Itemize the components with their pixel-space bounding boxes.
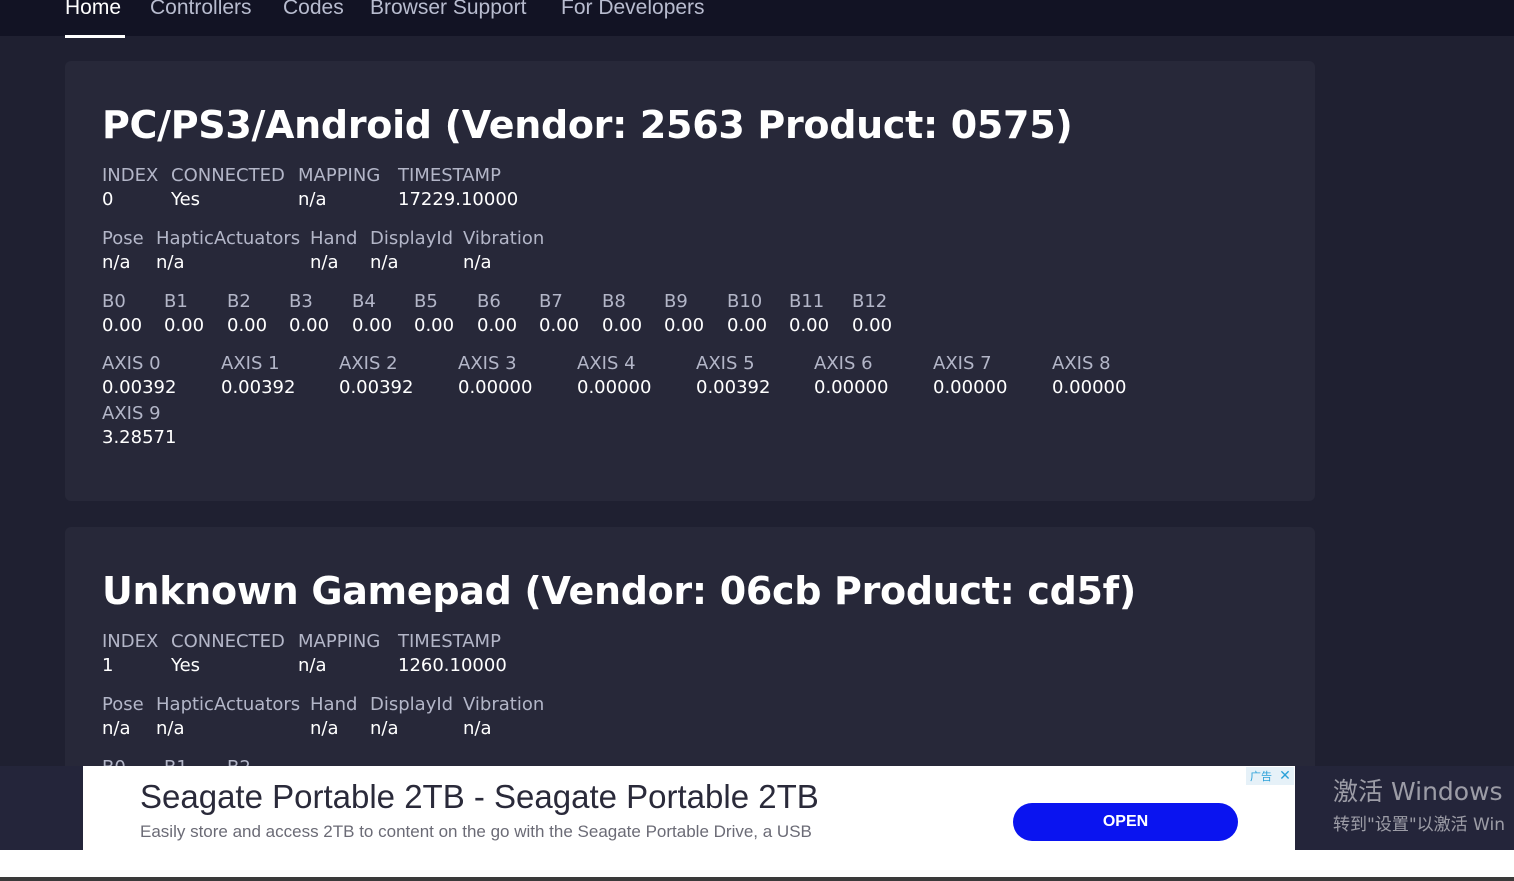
axis-6: AXIS 6 0.00000 bbox=[814, 353, 889, 398]
axis-2: AXIS 2 0.00392 bbox=[339, 353, 414, 398]
feature-display-id: DisplayId n/a bbox=[370, 694, 454, 739]
axis-3: AXIS 3 0.00000 bbox=[458, 353, 533, 398]
feature-hand: Hand n/a bbox=[310, 694, 358, 739]
ad-choices: 广告 ✕ bbox=[1246, 767, 1294, 785]
feature-vibration: Vibration n/a bbox=[463, 694, 545, 739]
axis-5: AXIS 5 0.00392 bbox=[696, 353, 771, 398]
button-b7: B7 0.00 bbox=[539, 291, 580, 336]
axis-4: AXIS 4 0.00000 bbox=[577, 353, 652, 398]
button-b6: B6 0.00 bbox=[477, 291, 518, 336]
nav-controllers[interactable]: Controllers bbox=[150, 0, 252, 20]
button-b12: B12 0.00 bbox=[852, 291, 893, 336]
info-index: INDEX 0 bbox=[102, 165, 159, 210]
ad-open-button[interactable]: OPEN bbox=[1013, 803, 1238, 841]
nav-home[interactable]: Home bbox=[65, 0, 121, 20]
controller-title: Unknown Gamepad (Vendor: 06cb Product: c… bbox=[102, 569, 1136, 613]
button-b0: B0 0.00 bbox=[102, 291, 143, 336]
close-icon[interactable]: ✕ bbox=[1276, 767, 1294, 785]
info-timestamp: TIMESTAMP 1260.10000 bbox=[398, 631, 507, 676]
axis-1: AXIS 1 0.00392 bbox=[221, 353, 296, 398]
info-timestamp: TIMESTAMP 17229.10000 bbox=[398, 165, 519, 210]
button-b11: B11 0.00 bbox=[789, 291, 830, 336]
top-navbar: Home Controllers Codes Browser Support F… bbox=[0, 0, 1514, 38]
feature-vibration: Vibration n/a bbox=[463, 228, 545, 273]
button-b3: B3 0.00 bbox=[289, 291, 330, 336]
button-b1: B1 0.00 bbox=[164, 291, 205, 336]
button-b9: B9 0.00 bbox=[664, 291, 705, 336]
nav-for-developers[interactable]: For Developers bbox=[561, 0, 705, 20]
button-b5: B5 0.00 bbox=[414, 291, 455, 336]
axis-7: AXIS 7 0.00000 bbox=[933, 353, 1008, 398]
info-index: INDEX 1 bbox=[102, 631, 159, 676]
ad-label[interactable]: 广告 bbox=[1246, 767, 1276, 785]
ad-description[interactable]: Easily store and access 2TB to content o… bbox=[140, 822, 812, 842]
button-b2: B2 0.00 bbox=[227, 291, 268, 336]
controller-title: PC/PS3/Android (Vendor: 2563 Product: 05… bbox=[102, 103, 1073, 147]
nav-browser-support[interactable]: Browser Support bbox=[370, 0, 526, 20]
windows-activation-watermark: 激活 Windows 转到"设置"以激活 Win bbox=[1333, 777, 1505, 835]
active-tab-indicator bbox=[65, 35, 125, 38]
info-mapping: MAPPING n/a bbox=[298, 631, 381, 676]
axis-0: AXIS 0 0.00392 bbox=[102, 353, 177, 398]
feature-haptic-actuators: HapticActuators n/a bbox=[156, 228, 301, 273]
controller-card-0: PC/PS3/Android (Vendor: 2563 Product: 05… bbox=[65, 61, 1315, 501]
feature-hand: Hand n/a bbox=[310, 228, 358, 273]
info-mapping: MAPPING n/a bbox=[298, 165, 381, 210]
feature-haptic-actuators: HapticActuators n/a bbox=[156, 694, 301, 739]
button-b8: B8 0.00 bbox=[602, 291, 643, 336]
info-connected: CONNECTED Yes bbox=[171, 165, 285, 210]
taskbar-edge bbox=[0, 877, 1514, 881]
button-b10: B10 0.00 bbox=[727, 291, 768, 336]
axis-8: AXIS 8 0.00000 bbox=[1052, 353, 1127, 398]
button-b4: B4 0.00 bbox=[352, 291, 393, 336]
axis-9: AXIS 9 3.28571 bbox=[102, 403, 177, 448]
ad-banner[interactable]: Seagate Portable 2TB - Seagate Portable … bbox=[83, 766, 1295, 850]
feature-display-id: DisplayId n/a bbox=[370, 228, 454, 273]
info-connected: CONNECTED Yes bbox=[171, 631, 285, 676]
feature-pose: Pose n/a bbox=[102, 228, 144, 273]
nav-codes[interactable]: Codes bbox=[283, 0, 344, 20]
ad-headline[interactable]: Seagate Portable 2TB - Seagate Portable … bbox=[140, 778, 819, 816]
feature-pose: Pose n/a bbox=[102, 694, 144, 739]
